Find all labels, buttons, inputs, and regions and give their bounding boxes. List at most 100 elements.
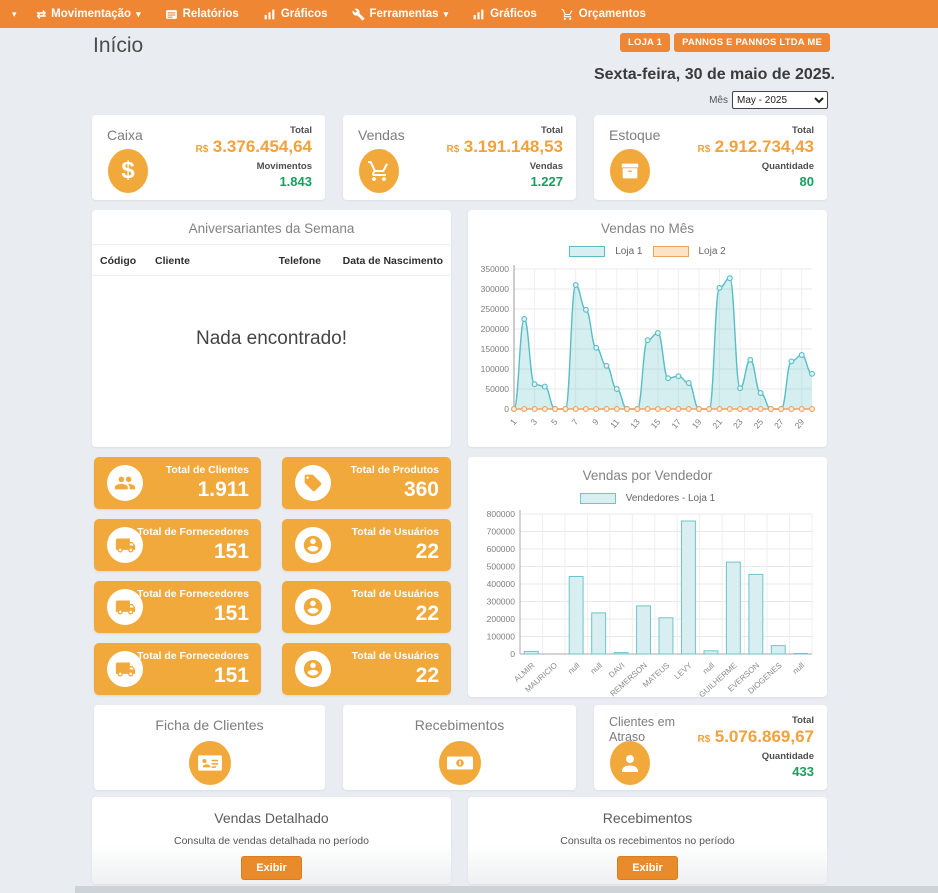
total-label: Total: [446, 124, 563, 137]
svg-text:9: 9: [590, 417, 601, 427]
nav-item-movimentacao[interactable]: ⇄ Movimentação ▾: [25, 0, 153, 28]
stat-value: 22: [352, 601, 439, 627]
count-label: Vendas: [446, 160, 563, 173]
vendor-sales-chart: 1000002000003000004000005000006000007000…: [468, 506, 827, 721]
svg-text:1: 1: [508, 417, 519, 427]
legend-label: Loja 2: [699, 246, 726, 257]
stat-label: Total de Usuários: [352, 649, 439, 663]
overdue-clients-card: Clientes em Atraso Total R$ 5.076.869,67…: [594, 705, 827, 790]
svg-text:7: 7: [569, 417, 580, 427]
svg-text:null: null: [589, 661, 604, 676]
total-label: Total: [195, 124, 312, 137]
exchange-icon: ⇄: [37, 7, 47, 21]
nav-item-label: Orçamentos: [579, 8, 646, 20]
svg-text:300000: 300000: [487, 597, 516, 607]
svg-text:27: 27: [772, 417, 786, 431]
exibir-vendas-button[interactable]: Exibir: [241, 856, 302, 880]
money-bill-icon: [439, 741, 481, 785]
nav-item-orcamentos[interactable]: Orçamentos: [549, 0, 658, 28]
ficha-clientes-card[interactable]: Ficha de Clientes: [94, 705, 325, 790]
total-label: Total: [697, 714, 814, 727]
dollar-icon: $: [108, 149, 148, 193]
legend-swatch-loja2: [653, 246, 689, 257]
nav-item-label: Relatórios: [183, 8, 239, 20]
recebimentos-periodo-card: Recebimentos Consulta os recebimentos no…: [468, 797, 827, 884]
stat-card-fornecedores-3: Total de Fornecedores151: [94, 643, 261, 695]
card-title: Recebimentos: [468, 797, 827, 826]
person-icon: [610, 741, 650, 785]
caret-down-icon: ▾: [12, 10, 17, 19]
vendor-sales-chart-card: Vendas por Vendedor Vendedores - Loja 1 …: [468, 457, 827, 697]
cart-icon: [359, 149, 399, 193]
svg-text:250000: 250000: [481, 304, 510, 314]
wrench-icon: [352, 8, 365, 21]
count-value: 80: [697, 173, 814, 190]
chart-title: Vendas no Mês: [468, 210, 827, 244]
svg-text:700000: 700000: [487, 527, 516, 537]
count-label: Movimentos: [195, 160, 312, 173]
stat-label: Total de Usuários: [352, 525, 439, 539]
card-description: Consulta de vendas detalhada no período: [92, 835, 451, 847]
count-value: 1.843: [195, 173, 312, 190]
store-badge: LOJA 1: [620, 33, 670, 52]
svg-text:3: 3: [528, 417, 539, 427]
current-date: Sexta-feira, 30 de maio de 2025.: [594, 66, 835, 84]
stat-value: 22: [352, 539, 439, 565]
svg-text:150000: 150000: [481, 344, 510, 354]
svg-text:100000: 100000: [481, 364, 510, 374]
vendas-detalhado-card: Vendas Detalhado Consulta de vendas deta…: [92, 797, 451, 884]
stat-card-usuarios-1: Total de Usuários22: [282, 519, 451, 571]
stat-label: Total de Fornecedores: [137, 587, 249, 601]
stat-card-clientes: Total de Clientes1.911: [94, 457, 261, 509]
user-circle-icon: [295, 589, 331, 625]
stat-value: 151: [137, 601, 249, 627]
nav-item-graficos-2[interactable]: Gráficos: [460, 0, 549, 28]
nav-item-graficos-1[interactable]: Gráficos: [251, 0, 340, 28]
svg-text:null: null: [701, 661, 716, 676]
stat-value: 1.911: [166, 477, 249, 503]
month-sales-chart: 5000010000015000020000025000030000035000…: [468, 259, 827, 460]
total-label: Total: [697, 124, 814, 137]
top-navbar: ▾ ⇄ Movimentação ▾ Relatórios Gráficos F…: [0, 0, 938, 28]
chart-legend: Vendedores - Loja 1: [468, 493, 827, 504]
stat-label: Total de Usuários: [352, 587, 439, 601]
card-title: Vendas: [358, 127, 405, 143]
nav-item-ferramentas[interactable]: Ferramentas ▾: [340, 0, 461, 28]
empty-state-message: Nada encontrado!: [92, 328, 451, 350]
stat-label: Total de Fornecedores: [137, 649, 249, 663]
svg-text:15: 15: [649, 417, 663, 431]
birthdays-card: Aniversariantes da Semana Código Cliente…: [92, 210, 451, 447]
stat-card-usuarios-2: Total de Usuários22: [282, 581, 451, 633]
count-label: Quantidade: [697, 160, 814, 173]
recebimentos-card[interactable]: Recebimentos: [343, 705, 576, 790]
svg-text:800000: 800000: [487, 509, 516, 519]
nav-item-label: Movimentação: [51, 8, 131, 20]
card-title: Caixa: [107, 127, 143, 143]
exibir-recebimentos-button[interactable]: Exibir: [617, 856, 678, 880]
caret-down-icon: ▾: [136, 10, 141, 19]
archive-icon: [610, 149, 650, 193]
svg-text:19: 19: [690, 417, 704, 431]
column-header-telefone: Telefone: [263, 255, 321, 267]
stat-card-fornecedores-2: Total de Fornecedores151: [94, 581, 261, 633]
count-value: 433: [697, 763, 814, 780]
nav-item-relatorios[interactable]: Relatórios: [153, 0, 251, 28]
report-icon: [165, 8, 178, 21]
month-select[interactable]: May - 2025: [732, 91, 828, 109]
svg-text:200000: 200000: [487, 614, 516, 624]
svg-text:50000: 50000: [485, 384, 509, 394]
svg-text:600000: 600000: [487, 544, 516, 554]
stat-card-produtos: Total de Produtos360: [282, 457, 451, 509]
company-badge: PANNOS E PANNOS LTDA ME: [674, 33, 830, 52]
nav-item-label: Ferramentas: [370, 8, 439, 20]
chart-legend: Loja 1 Loja 2: [468, 246, 827, 257]
chart-icon: [472, 8, 485, 21]
count-value: 1.227: [446, 173, 563, 190]
svg-text:5: 5: [549, 417, 560, 427]
total-amount: R$ 3.376.454,64: [195, 137, 312, 160]
count-label: Quantidade: [697, 750, 814, 763]
svg-text:23: 23: [731, 417, 745, 431]
svg-text:0: 0: [510, 649, 515, 659]
collapsed-menu-toggle[interactable]: ▾: [4, 0, 25, 28]
caixa-card: Caixa $ Total R$ 3.376.454,64 Movimentos…: [92, 115, 325, 200]
